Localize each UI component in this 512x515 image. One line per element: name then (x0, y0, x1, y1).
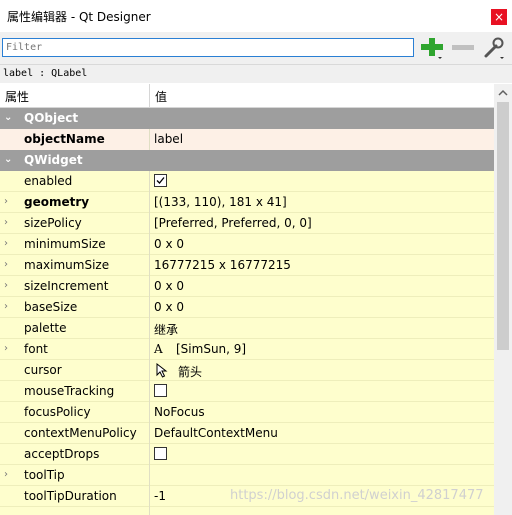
minus-icon[interactable] (451, 36, 475, 60)
collapse-icon[interactable]: ⌄ (4, 155, 14, 165)
property-value[interactable]: 箭头 (178, 363, 202, 380)
title-bar: 属性编辑器 - Qt Designer × (0, 0, 512, 32)
expand-icon[interactable]: › (4, 344, 14, 354)
property-name: cursor (24, 363, 62, 377)
object-class-label: label : QLabel (0, 64, 512, 83)
property-name: objectName (24, 132, 105, 146)
property-row-minimumsize[interactable]: › minimumSize 0 x 0 (0, 234, 494, 255)
property-name: contextMenuPolicy (24, 426, 137, 440)
wrench-icon[interactable] (482, 36, 506, 60)
property-name: toolTip (24, 468, 65, 482)
header-value[interactable]: 值 (155, 88, 167, 105)
property-row-objectname[interactable]: objectName label (0, 129, 494, 150)
header-property[interactable]: 属性 (5, 88, 29, 105)
expand-icon[interactable]: › (4, 239, 14, 249)
acceptdrops-checkbox[interactable] (154, 447, 167, 460)
property-row-enabled[interactable]: enabled (0, 171, 494, 192)
expand-icon[interactable]: › (4, 281, 14, 291)
collapse-icon[interactable]: ⌄ (4, 113, 14, 123)
font-icon: A (154, 342, 163, 356)
expand-icon[interactable]: › (4, 197, 14, 207)
property-row-acceptdrops[interactable]: acceptDrops (0, 444, 494, 465)
property-name: toolTipDuration (24, 489, 117, 503)
property-value[interactable]: 16777215 x 16777215 (154, 258, 291, 272)
property-row-mousetracking[interactable]: mouseTracking (0, 381, 494, 402)
group-qobject[interactable]: ⌄ QObject (0, 108, 494, 129)
property-value[interactable]: 0 x 0 (154, 237, 184, 251)
property-name: sizePolicy (24, 216, 82, 230)
property-row-sizeincrement[interactable]: › sizeIncrement 0 x 0 (0, 276, 494, 297)
property-value[interactable]: [(133, 110), 181 x 41] (154, 195, 287, 209)
arrow-cursor-icon (156, 363, 168, 378)
expand-icon[interactable]: › (4, 302, 14, 312)
check-icon (156, 177, 165, 184)
property-row-sizepolicy[interactable]: › sizePolicy [Preferred, Preferred, 0, 0… (0, 213, 494, 234)
property-name: enabled (24, 174, 73, 188)
group-qwidget[interactable]: ⌄ QWidget (0, 150, 494, 171)
property-name: font (24, 342, 48, 356)
property-value[interactable]: DefaultContextMenu (154, 426, 278, 440)
property-value[interactable]: [Preferred, Preferred, 0, 0] (154, 216, 312, 230)
property-name: focusPolicy (24, 405, 91, 419)
property-name: baseSize (24, 300, 78, 314)
property-value[interactable]: [SimSun, 9] (176, 342, 246, 356)
property-row-tooltip[interactable]: › toolTip (0, 465, 494, 486)
property-name: minimumSize (24, 237, 106, 251)
property-row-focuspolicy[interactable]: focusPolicy NoFocus (0, 402, 494, 423)
window-title: 属性编辑器 - Qt Designer (7, 10, 151, 24)
property-value[interactable]: label (154, 132, 183, 146)
property-row-cursor[interactable]: cursor 箭头 (0, 360, 494, 381)
property-list: ⌄ QObject objectName label ⌄ QWidget ena… (0, 108, 494, 515)
property-value[interactable]: 0 x 0 (154, 279, 184, 293)
filter-input[interactable] (3, 39, 413, 56)
property-row-contextmenupolicy[interactable]: contextMenuPolicy DefaultContextMenu (0, 423, 494, 444)
scrollbar-thumb[interactable] (497, 102, 509, 350)
vertical-scrollbar[interactable] (494, 84, 512, 515)
property-row-basesize[interactable]: › baseSize 0 x 0 (0, 297, 494, 318)
watermark: https://blog.csdn.net/weixin_42817477 (230, 488, 484, 503)
property-row-geometry[interactable]: › geometry [(133, 110), 181 x 41] (0, 192, 494, 213)
plus-icon[interactable] (420, 36, 444, 60)
property-name: acceptDrops (24, 447, 100, 461)
property-header: 属性 值 (0, 84, 494, 108)
filter-field[interactable] (2, 38, 414, 57)
property-value[interactable]: 0 x 0 (154, 300, 184, 314)
property-row-font[interactable]: › font A [SimSun, 9] (0, 339, 494, 360)
property-name: palette (24, 321, 67, 335)
object-class-text: label : QLabel (3, 68, 88, 79)
header-divider[interactable] (149, 84, 150, 107)
property-name: sizeIncrement (24, 279, 109, 293)
property-row-partial (0, 507, 494, 515)
close-button[interactable]: × (491, 9, 507, 25)
scroll-up-icon[interactable] (498, 88, 508, 98)
property-row-palette[interactable]: palette 继承 (0, 318, 494, 339)
expand-icon[interactable]: › (4, 260, 14, 270)
property-value[interactable]: NoFocus (154, 405, 205, 419)
property-value[interactable]: -1 (154, 489, 166, 503)
expand-icon[interactable]: › (4, 470, 14, 480)
property-name: geometry (24, 195, 90, 209)
property-value[interactable]: 继承 (154, 321, 178, 338)
property-row-maximumsize[interactable]: › maximumSize 16777215 x 16777215 (0, 255, 494, 276)
expand-icon[interactable]: › (4, 218, 14, 228)
property-name: maximumSize (24, 258, 110, 272)
property-name: mouseTracking (24, 384, 115, 398)
enabled-checkbox[interactable] (154, 174, 167, 187)
mousetracking-checkbox[interactable] (154, 384, 167, 397)
